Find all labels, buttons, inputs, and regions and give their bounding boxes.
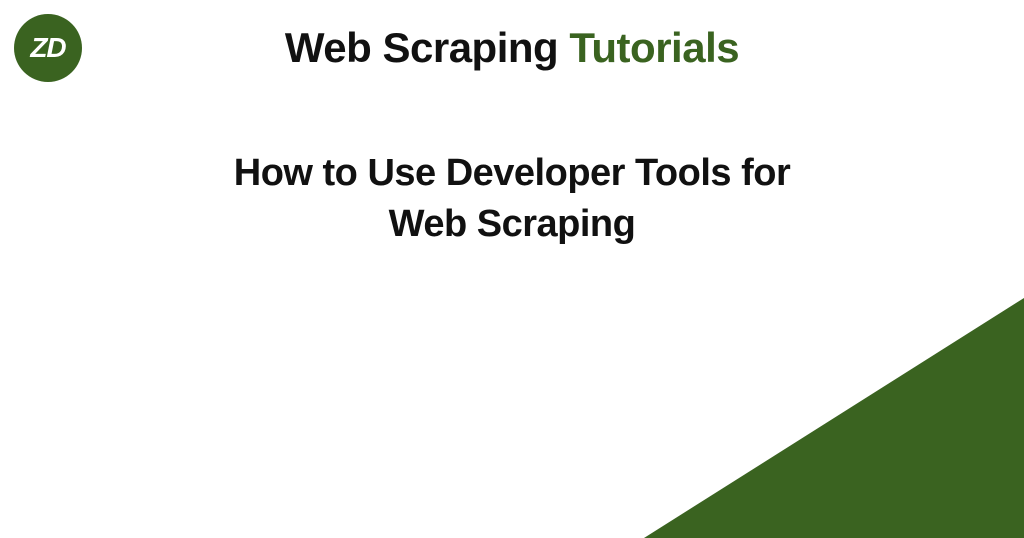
decorative-corner-triangle	[644, 298, 1024, 538]
category-title: Web Scraping Tutorials	[0, 24, 1024, 72]
category-title-part2: Tutorials	[569, 24, 739, 71]
category-title-part1: Web Scraping	[285, 24, 569, 71]
article-title-line1: How to Use Developer Tools for	[0, 148, 1024, 199]
article-title-line2: Web Scraping	[0, 199, 1024, 250]
article-title: How to Use Developer Tools for Web Scrap…	[0, 148, 1024, 251]
